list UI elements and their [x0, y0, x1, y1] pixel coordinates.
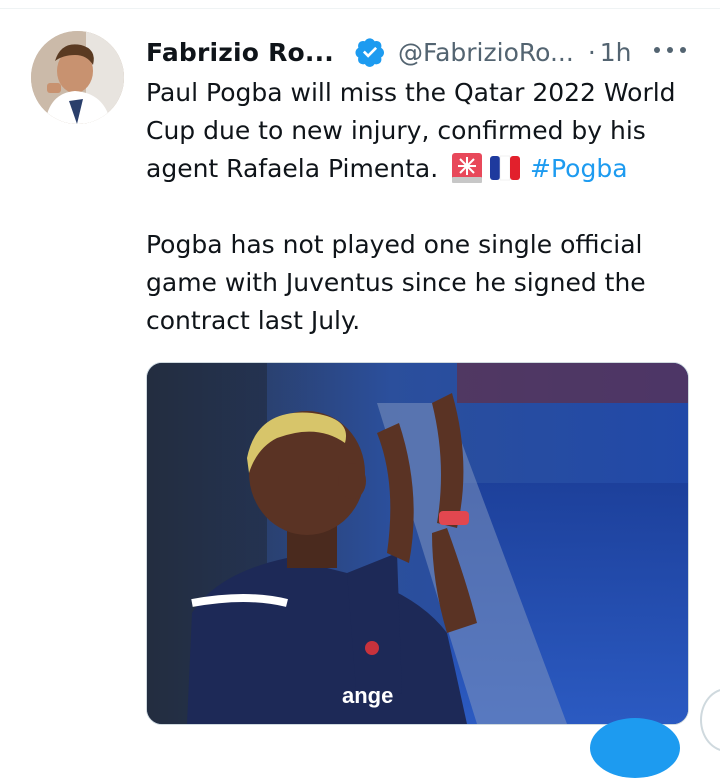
shirt-sponsor-text: ange: [342, 683, 393, 708]
tweet-text: Paul Pogba will miss the Qatar 2022 Worl…: [146, 74, 706, 340]
tweet-line: game with Juventus since he signed the: [146, 268, 646, 297]
hashtag-link[interactable]: #Pogba: [530, 154, 628, 183]
author-handle[interactable]: @FabrizioRo...: [398, 38, 574, 67]
compose-button-partial[interactable]: [590, 718, 680, 778]
tweet-line: contract last July.: [146, 306, 361, 335]
france-flag-icon: [488, 153, 522, 183]
tweet-line: Paul Pogba will miss the Qatar 2022 Worl…: [146, 78, 676, 107]
author-name[interactable]: Fabrizio Ro...: [146, 38, 334, 67]
author-avatar[interactable]: [31, 31, 124, 124]
tweet-line: Pogba has not played one single official: [146, 230, 643, 259]
siren-emoji-icon: [450, 153, 484, 183]
tweet-header: Fabrizio Ro... @FabrizioRo... · 1h: [146, 30, 706, 74]
tweet-line-text: agent Rafaela Pimenta.: [146, 154, 439, 183]
tweet-line: Cup due to new injury, confirmed by his: [146, 116, 646, 145]
time-separator: ·: [587, 37, 596, 67]
tweet-line: agent Rafaela Pimenta. #Pogba: [146, 150, 706, 188]
verified-badge-icon: [354, 36, 386, 68]
tweet-timestamp[interactable]: 1h: [600, 38, 632, 67]
top-divider: [0, 8, 720, 9]
next-tweet-partial: [700, 688, 720, 752]
more-options-icon[interactable]: [654, 40, 686, 60]
avatar-image: [31, 31, 124, 124]
tweet-media-photo[interactable]: ange: [146, 362, 689, 725]
